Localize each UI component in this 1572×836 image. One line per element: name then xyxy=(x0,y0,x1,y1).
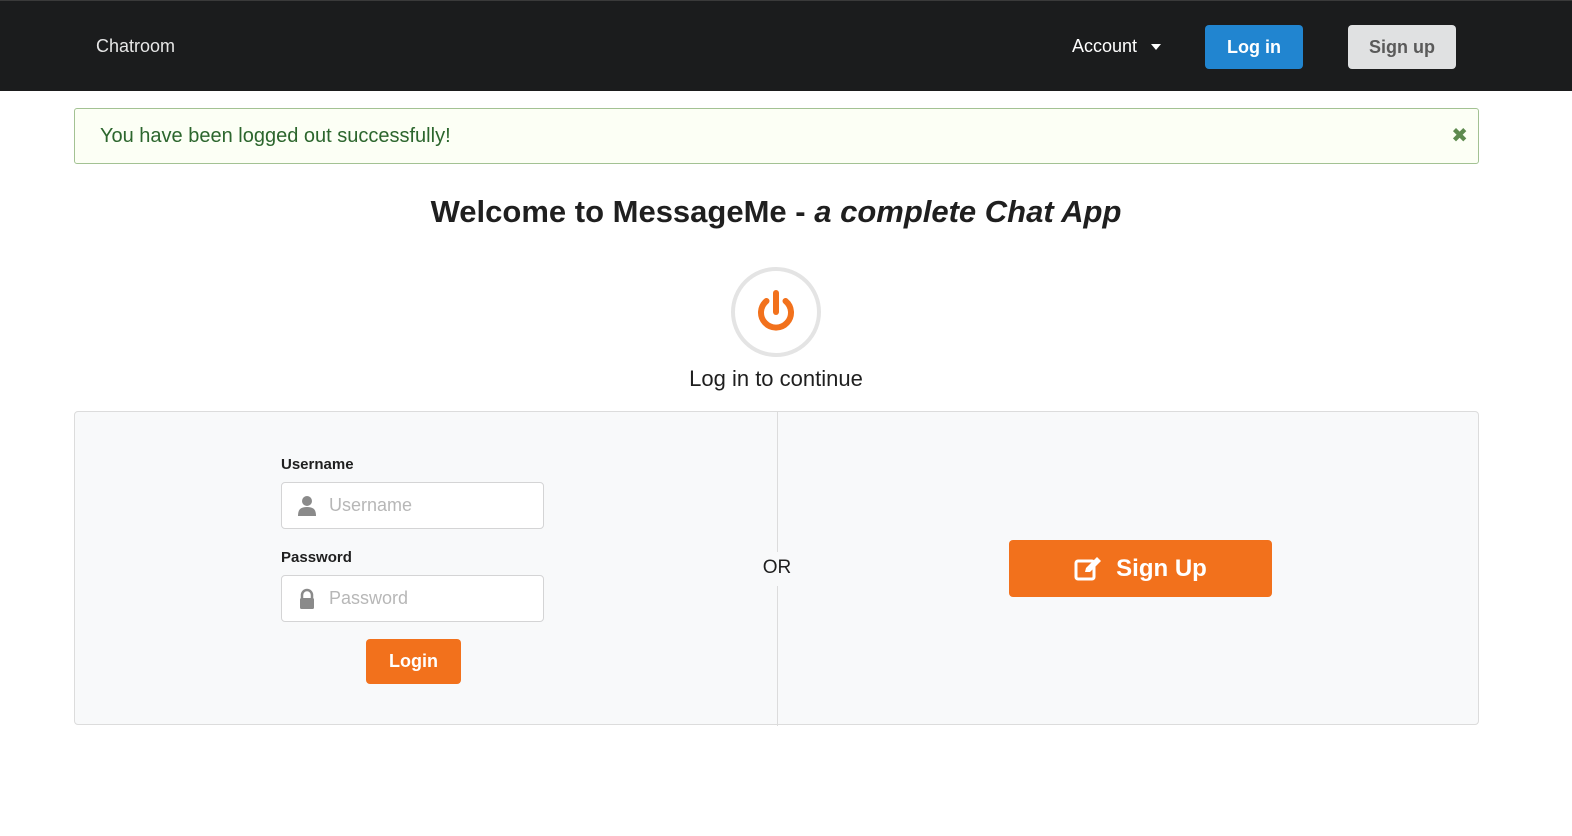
vertical-divider-top xyxy=(777,412,778,552)
auth-panel: Username Password Login OR Sign Up xyxy=(74,411,1479,726)
signup-button[interactable]: Sign Up xyxy=(1009,540,1272,597)
password-field-wrapper xyxy=(281,575,544,622)
page-title-italic: a complete Chat App xyxy=(814,194,1122,229)
page-title: Welcome to MessageMe - a complete Chat A… xyxy=(0,194,1552,230)
username-input[interactable] xyxy=(282,483,543,528)
or-divider-label: OR xyxy=(762,557,792,578)
caret-down-icon xyxy=(1151,43,1162,50)
top-navbar: Chatroom Account Log in Sign up xyxy=(0,0,1572,91)
nav-signup-button[interactable]: Sign up xyxy=(1348,25,1456,69)
brand-link[interactable]: Chatroom xyxy=(96,36,175,57)
close-icon[interactable]: ✖ xyxy=(1451,123,1468,148)
power-icon xyxy=(758,290,794,331)
account-dropdown[interactable]: Account xyxy=(1072,36,1162,57)
username-field-wrapper xyxy=(281,482,544,529)
power-icon-circle xyxy=(731,267,821,357)
user-icon xyxy=(298,496,316,516)
username-label: Username xyxy=(281,456,354,473)
account-label: Account xyxy=(1072,36,1138,56)
page-title-main: Welcome to MessageMe - xyxy=(430,194,815,229)
password-label: Password xyxy=(281,549,352,566)
vertical-divider-bottom xyxy=(777,586,778,726)
signup-button-label: Sign Up xyxy=(1116,554,1207,582)
success-alert: You have been logged out successfully! ✖ xyxy=(74,108,1479,164)
edit-icon xyxy=(1074,556,1102,580)
subheading: Log in to continue xyxy=(689,366,863,391)
nav-login-button[interactable]: Log in xyxy=(1205,25,1303,69)
login-button[interactable]: Login xyxy=(366,639,461,684)
password-input[interactable] xyxy=(282,576,543,621)
alert-message: You have been logged out successfully! xyxy=(100,124,451,147)
lock-icon xyxy=(300,588,314,609)
